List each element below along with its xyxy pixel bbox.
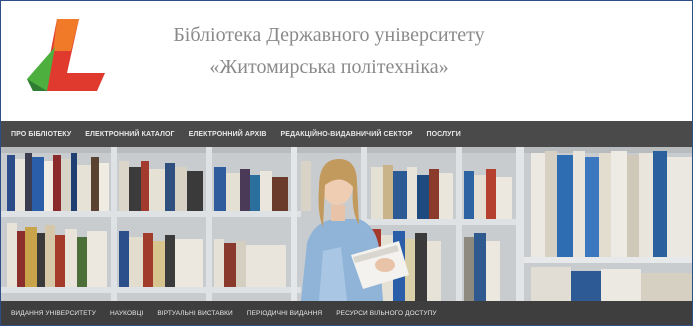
banner-image — [1, 147, 692, 301]
site-title-line1: Бібліотека Державного університету — [173, 24, 485, 46]
nav-item-about[interactable]: ПРО БІБЛІОТЕКУ — [11, 131, 71, 138]
nav-item-open-access[interactable]: РЕСУРСИ ВІЛЬНОГО ДОСТУПУ — [336, 310, 436, 317]
secondary-nav: ВИДАННЯ УНІВЕРСИТЕТУ НАУКОВЦІ ВІРТУАЛЬНІ… — [1, 301, 692, 325]
nav-item-services[interactable]: ПОСЛУГИ — [427, 131, 461, 138]
nav-item-scientists[interactable]: НАУКОВЦІ — [110, 310, 143, 317]
nav-item-archive[interactable]: ЕЛЕКТРОННИЙ АРХІВ — [189, 131, 267, 138]
library-logo-icon[interactable] — [19, 13, 111, 95]
site-title-line2: «Житомирська політехніка» — [209, 56, 449, 78]
site-header: Бібліотека Державного університету «Жито… — [1, 1, 692, 113]
nav-item-university-publications[interactable]: ВИДАННЯ УНІВЕРСИТЕТУ — [11, 310, 96, 317]
nav-item-catalog[interactable]: ЕЛЕКТРОННИЙ КАТАЛОГ — [85, 131, 174, 138]
nav-item-virtual-exhibitions[interactable]: ВІРТУАЛЬНІ ВИСТАВКИ — [157, 310, 232, 317]
page-frame: Бібліотека Державного університету «Жито… — [0, 0, 693, 326]
nav-item-periodicals[interactable]: ПЕРІОДИЧНІ ВИДАННЯ — [247, 310, 322, 317]
bookshelf-photo — [1, 147, 692, 301]
site-title: Бібліотека Державного університету «Жито… — [119, 19, 539, 83]
main-nav: ПРО БІБЛІОТЕКУ ЕЛЕКТРОННИЙ КАТАЛОГ ЕЛЕКТ… — [1, 121, 692, 147]
nav-item-publishing[interactable]: РЕДАКЦІЙНО-ВИДАВНИЧИЙ СЕКТОР — [281, 131, 413, 138]
